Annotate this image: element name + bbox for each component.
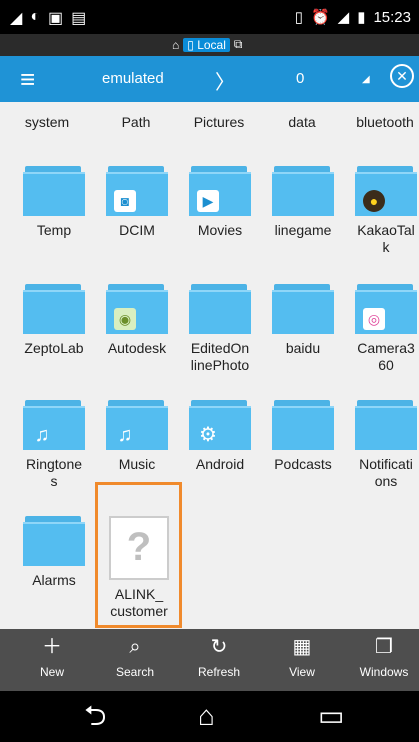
contrast-icon: ◐ xyxy=(30,8,40,25)
folder-icon xyxy=(355,400,417,450)
kakao-icon: ● xyxy=(363,190,385,212)
folder-icon: ♫ xyxy=(106,400,168,450)
current-path[interactable]: emulated xyxy=(102,70,164,87)
folder-label-pictures[interactable]: Pictures xyxy=(179,114,259,130)
folder-label-path[interactable]: Path xyxy=(96,114,176,130)
view-button[interactable]: ▦ View xyxy=(267,635,337,679)
plus-icon: ＋ xyxy=(42,636,62,658)
location-local[interactable]: ▯ Local xyxy=(183,37,230,52)
search-icon: ⌕ xyxy=(129,636,141,658)
folder-item[interactable]: linegame xyxy=(262,166,344,239)
folder-icon: ◎ xyxy=(355,284,417,334)
file-grid: system Path Pictures data bluetooth Temp… xyxy=(0,102,419,629)
folder-item[interactable]: ◎ Camera3 60 xyxy=(345,284,419,374)
new-button[interactable]: ＋ New xyxy=(17,635,87,679)
status-bar: ◢ ◐ ▣ ▤ ▯ ⏰ ◢ ▮ 15:23 xyxy=(0,0,419,34)
network-icon[interactable]: ⧉ xyxy=(234,37,243,52)
phone-icon: ▯ xyxy=(187,37,194,52)
folder-icon xyxy=(272,400,334,450)
folder-item[interactable]: Alarms xyxy=(13,516,95,589)
refresh-icon: ↻ xyxy=(210,636,228,658)
folder-icon xyxy=(23,166,85,216)
music-note-icon: ♫ xyxy=(117,424,133,446)
vibrate-icon: ▯ xyxy=(294,9,303,26)
cell-signal-icon: ◢ xyxy=(337,9,350,26)
refresh-button[interactable]: ↻ Refresh xyxy=(184,635,254,679)
folder-item[interactable]: ◉ Autodesk xyxy=(96,284,178,357)
folder-item[interactable]: ♫ Ringtone s xyxy=(13,400,95,490)
folder-label-bluetooth[interactable]: bluetooth xyxy=(345,114,419,130)
chevron-right-icon[interactable]: 〉 xyxy=(215,66,235,95)
folder-icon xyxy=(272,284,334,334)
folder-item[interactable]: ZeptoLab xyxy=(13,284,95,357)
menu-icon[interactable]: ≡ xyxy=(20,66,35,92)
folder-icon: ▶ xyxy=(189,166,251,216)
folder-icon xyxy=(23,284,85,334)
message-icon: ▤ xyxy=(71,10,87,27)
camera-icon: ◙ xyxy=(114,190,136,212)
bottom-toolbar: ＋ New ⌕ Search ↻ Refresh ▦ View ❐ Window… xyxy=(0,629,419,691)
gear-icon: ⚙ xyxy=(199,424,217,446)
home-icon[interactable]: ⌂ xyxy=(172,38,179,52)
close-icon[interactable]: ✕ xyxy=(390,64,414,88)
folder-item[interactable]: ♫ Music xyxy=(96,400,178,473)
folder-item[interactable]: ● KakaoTal k xyxy=(345,166,419,256)
windows-button[interactable]: ❐ Windows xyxy=(349,635,419,679)
status-right-icons: ▯ ⏰ ◢ ▮ 15:23 xyxy=(294,8,411,27)
folder-item[interactable]: ⚙ Android xyxy=(179,400,261,473)
folder-item[interactable]: Podcasts xyxy=(262,400,344,473)
folder-item[interactable]: Temp xyxy=(13,166,95,239)
folder-label-data[interactable]: data xyxy=(262,114,342,130)
folder-icon: ⚙ xyxy=(189,400,251,450)
dropdown-corner-icon[interactable]: ◢ xyxy=(362,74,370,85)
folder-icon xyxy=(272,166,334,216)
recents-icon[interactable]: ▭ xyxy=(318,701,344,731)
status-time: 15:23 xyxy=(373,8,411,26)
folder-item[interactable]: ◙ DCIM xyxy=(96,166,178,239)
unknown-file-icon: ? xyxy=(109,516,169,580)
location-bar: ⌂ ▯ Local ⧉ xyxy=(0,34,419,56)
path-header: ≡ emulated 〉 0 ◢ ✕ xyxy=(0,56,419,102)
signal-icon: ◢ xyxy=(10,10,23,27)
battery-icon: ▮ xyxy=(357,9,366,26)
autodesk-icon: ◉ xyxy=(114,308,136,330)
play-icon: ▶ xyxy=(197,190,219,212)
folder-label-system[interactable]: system xyxy=(7,114,87,130)
system-nav-bar: ⮌ ⌂ ▭ xyxy=(0,691,419,742)
folder-item[interactable]: baidu xyxy=(262,284,344,357)
grid-view-icon: ▦ xyxy=(292,636,312,658)
home-nav-icon[interactable]: ⌂ xyxy=(198,701,215,731)
folder-icon xyxy=(189,284,251,334)
folder-icon: ◙ xyxy=(106,166,168,216)
folder-item[interactable]: EditedOn linePhoto xyxy=(179,284,261,374)
windows-icon: ❐ xyxy=(375,636,393,658)
folder-item[interactable]: Notificati ons xyxy=(345,400,419,490)
folder-icon xyxy=(23,516,85,566)
folder-icon: ● xyxy=(355,166,417,216)
alarm-icon: ⏰ xyxy=(310,9,330,26)
status-left-icons: ◢ ◐ ▣ ▤ xyxy=(10,8,86,28)
camera360-icon: ◎ xyxy=(363,308,385,330)
selection-count: 0 xyxy=(296,70,305,87)
back-icon[interactable]: ⮌ xyxy=(84,701,106,731)
music-note-icon: ♫ xyxy=(34,424,50,446)
search-button[interactable]: ⌕ Search xyxy=(100,635,170,679)
folder-icon: ◉ xyxy=(106,284,168,334)
folder-icon: ♫ xyxy=(23,400,85,450)
image-icon: ▣ xyxy=(47,10,64,27)
folder-item[interactable]: ▶ Movies xyxy=(179,166,261,239)
file-item-selected[interactable]: ? ALINK_ customer xyxy=(98,512,180,620)
